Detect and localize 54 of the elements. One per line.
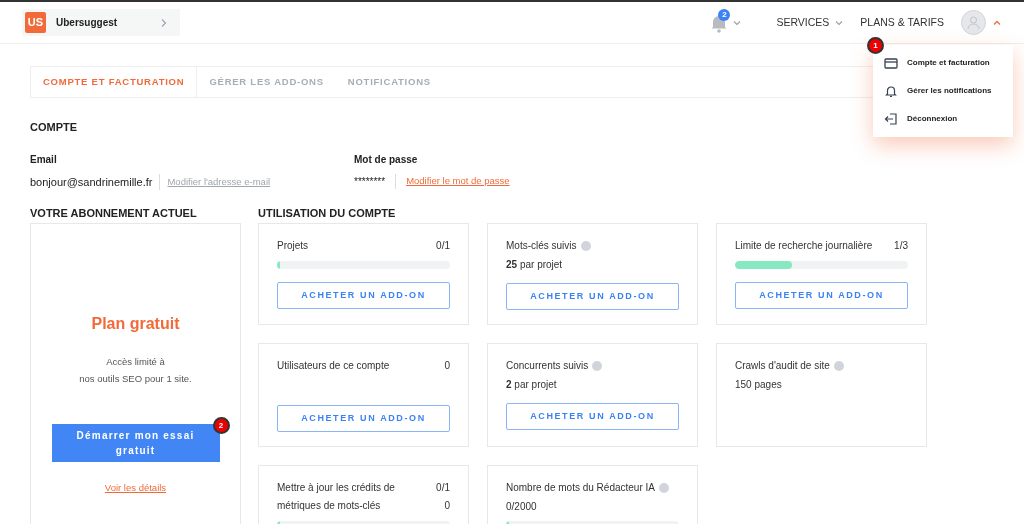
change-password-link[interactable]: Modifier le mot de passe (406, 173, 510, 189)
buy-addon-button[interactable]: ACHETER UN ADD-ON (506, 283, 679, 310)
usage-value: 25 par projet (506, 258, 564, 272)
logout-icon (884, 112, 898, 126)
plan-name: Plan gratuit (91, 314, 180, 334)
email-value: bonjour@sandrinemille.fr (30, 173, 161, 190)
tab[interactable]: GÉRER LES ADD-ONS (197, 67, 336, 97)
usage-label: Utilisateurs de ce compte (277, 359, 390, 373)
usage-label: Mots-clés suivis (506, 239, 577, 253)
usage-label: Concurrents suivis (506, 359, 589, 373)
field-label: Mot de passe (354, 152, 419, 167)
section-title: UTILISATION DU COMPTE (258, 206, 397, 221)
buy-addon-button[interactable]: ACHETER UN ADD-ON (277, 282, 450, 309)
usage-label: Mettre à jour les crédits de métriques de mots-clés (277, 481, 396, 513)
buy-addon-button[interactable]: ACHETER UN ADD-ON (735, 282, 908, 309)
usage-count: 0/1 (436, 481, 450, 495)
usage-label: Projets (277, 239, 309, 253)
logo: US (25, 12, 46, 33)
usage-count: 0 (444, 499, 450, 513)
usage-value: 0/2000 (506, 500, 538, 514)
usage-count: 0/1 (436, 239, 450, 253)
usage-value: 2 par projet (506, 378, 558, 392)
password-value: ******** (354, 173, 397, 189)
bell-icon (884, 84, 898, 98)
step-marker: 1 (867, 37, 884, 54)
user-icon (966, 15, 981, 30)
usage-label: Limite de recherche journalière (735, 239, 873, 253)
project-selector[interactable]: US Ubersuggest (22, 9, 180, 36)
usage-count: 1/3 (894, 239, 908, 253)
usage-value: 150 pages (735, 378, 783, 392)
notifications-button[interactable]: 2 (710, 12, 743, 33)
field-label: Email (30, 152, 58, 167)
chevron-right-icon (160, 17, 168, 28)
buy-addon-button[interactable]: ACHETER UN ADD-ON (277, 405, 450, 432)
section-title: VOTRE ABONNEMENT ACTUEL (30, 206, 198, 221)
nav-link[interactable]: SERVICES (776, 14, 830, 31)
card-icon (884, 56, 898, 70)
plan-description: nos outils SEO pour 1 site. (79, 372, 192, 386)
start-trial-button[interactable]: Démarrer mon essai gratuit (51, 424, 220, 462)
change-email-link[interactable]: Modifier l'adresse e-mail (167, 174, 271, 189)
menu-item[interactable]: Gérer les notifications (873, 77, 1013, 105)
nav-link[interactable]: PLANS & TARIFS (860, 14, 944, 31)
details-link[interactable]: Voir les détails (104, 481, 167, 496)
usage-label: Nombre de mots du Rédacteur IA (506, 481, 655, 495)
buy-addon-button[interactable]: ACHETER UN ADD-ON (506, 403, 679, 430)
project-name: Ubersuggest (56, 16, 119, 30)
avatar[interactable] (961, 10, 986, 35)
plan-description: Accès limité à (106, 355, 165, 369)
usage-label: Crawls d'audit de site (735, 359, 830, 373)
notification-badge: 2 (718, 8, 731, 21)
usage-count: 0 (444, 359, 450, 373)
menu-item[interactable]: Déconnexion (873, 105, 1013, 133)
section-title: COMPTE (30, 120, 79, 135)
tab[interactable]: NOTIFICATIONS (335, 67, 443, 97)
